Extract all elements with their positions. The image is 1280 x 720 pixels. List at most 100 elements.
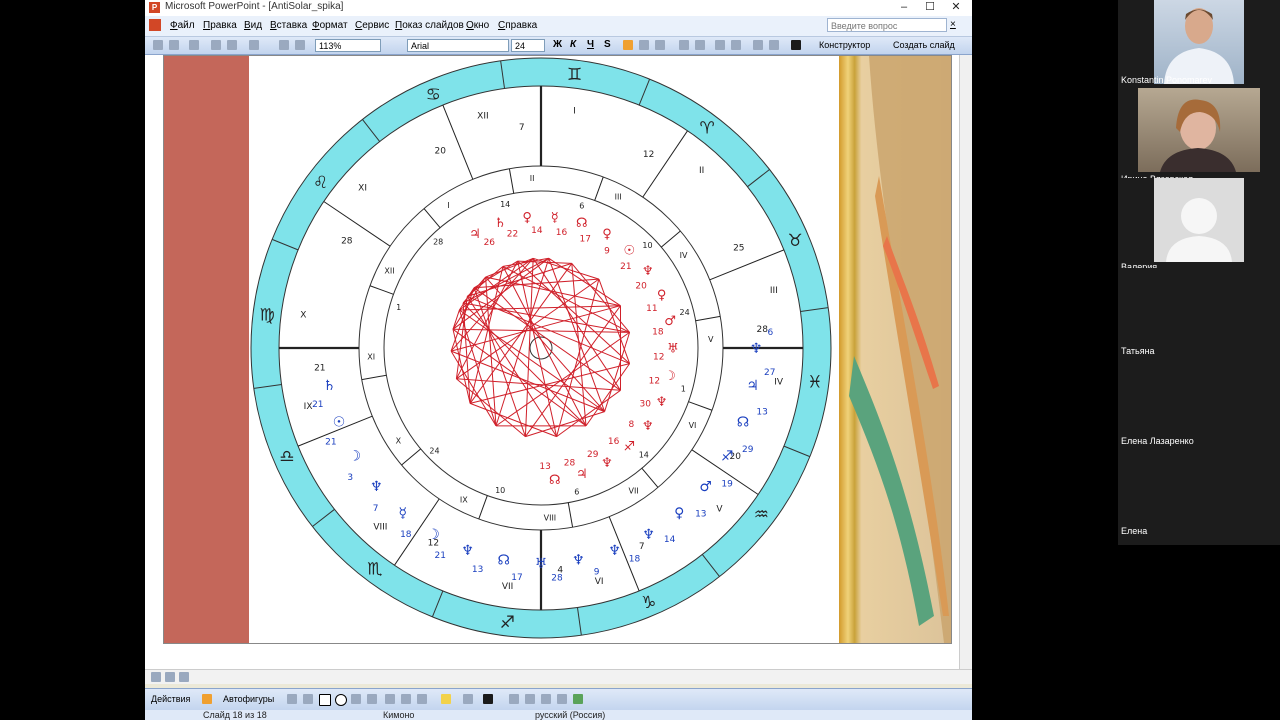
new-slide-button[interactable]: Создать слайд (893, 40, 955, 50)
diagram-icon[interactable] (385, 694, 395, 704)
close-doc-icon[interactable]: × (950, 19, 956, 30)
decrease-font-icon[interactable] (731, 40, 741, 50)
planet-degree-outer: 9 (594, 567, 600, 577)
oval-icon[interactable] (335, 694, 347, 706)
align-center-icon[interactable] (639, 40, 649, 50)
outer-house-label: XII (477, 111, 488, 121)
menu-insert[interactable]: Вставка (270, 20, 307, 31)
menu-tools[interactable]: Сервис (355, 20, 389, 31)
zoom-select[interactable]: 113% (315, 39, 381, 52)
line-color-icon[interactable] (463, 694, 473, 704)
planet-degree-outer: 18 (400, 530, 412, 540)
menu-format[interactable]: Формат (312, 20, 348, 31)
align-left-icon[interactable] (623, 40, 633, 50)
zodiac-sign-label: ♍ (259, 305, 274, 325)
font-color-icon[interactable] (791, 40, 801, 50)
planet-glyph-outer: ♂ (699, 479, 712, 495)
line-style-icon[interactable] (509, 694, 519, 704)
cut-icon[interactable] (211, 40, 221, 50)
inner-house-label: III (615, 192, 622, 201)
align-right-icon[interactable] (655, 40, 665, 50)
arrow-icon[interactable] (303, 694, 313, 704)
drawing-toolbar: Действия Автофигуры (145, 688, 972, 711)
formatting-toolbar: 113% Arial 24 Ж К Ч S Конструктор Создат… (145, 37, 972, 55)
outer-house-label: VIII (373, 523, 387, 533)
zodiac-sign-label: ♑ (641, 593, 656, 613)
outdent-icon[interactable] (769, 40, 779, 50)
arrow-style-icon[interactable] (541, 694, 551, 704)
fill-color-icon[interactable] (441, 694, 451, 704)
open-icon[interactable] (169, 40, 179, 50)
planet-degree-outer: 6 (768, 328, 774, 338)
3d-style-icon[interactable] (573, 694, 583, 704)
menu-help[interactable]: Справка (498, 20, 537, 31)
menu-view[interactable]: Вид (244, 20, 262, 31)
planet-degree-inner: 26 (484, 238, 496, 248)
paste-icon[interactable] (227, 40, 237, 50)
indent-icon[interactable] (753, 40, 763, 50)
select-objects-icon[interactable] (202, 694, 212, 704)
inner-house-degree: 1 (396, 303, 401, 312)
participant-tile[interactable]: Ирина Вязовская (1118, 88, 1278, 184)
outer-house-label: VI (595, 577, 604, 587)
avatar-placeholder-icon (1154, 178, 1244, 262)
bold-button[interactable]: Ж (553, 39, 562, 50)
participant-tile[interactable]: Елена (1118, 448, 1278, 538)
print-icon[interactable] (189, 40, 199, 50)
close-icon[interactable]: ✕ (943, 0, 969, 15)
shadow-button[interactable]: S (604, 39, 611, 50)
menu-edit[interactable]: Правка (203, 20, 237, 31)
italic-button[interactable]: К (570, 39, 576, 50)
inner-house-degree: 6 (574, 487, 579, 496)
bullets-icon[interactable] (695, 40, 705, 50)
wordart-icon[interactable] (367, 694, 377, 704)
inner-house-degree: 24 (680, 308, 690, 317)
line-icon[interactable] (287, 694, 297, 704)
shadow-style-icon[interactable] (557, 694, 567, 704)
font-select[interactable]: Arial (407, 39, 509, 52)
text-color-icon[interactable] (483, 694, 493, 704)
planet-degree-inner: 29 (587, 450, 599, 460)
participant-tile[interactable]: Konstantin Ponomarev (1118, 0, 1278, 90)
clipart-icon[interactable] (401, 694, 411, 704)
font-size-select[interactable]: 24 (511, 39, 545, 52)
planet-glyph-inner: ♂ (664, 314, 676, 329)
grid-icon[interactable] (295, 40, 305, 50)
planet-glyph-inner: ♆ (601, 456, 613, 471)
new-doc-icon[interactable] (153, 40, 163, 50)
slideshow-view-icon[interactable] (179, 672, 189, 682)
chart-icon[interactable] (279, 40, 289, 50)
actions-button[interactable]: Действия (151, 694, 190, 704)
inner-house-degree: 1 (681, 385, 686, 394)
inner-house-label: V (708, 335, 714, 344)
dash-style-icon[interactable] (525, 694, 535, 704)
menu-slideshow[interactable]: Показ слайдов (395, 20, 464, 31)
underline-button[interactable]: Ч (587, 39, 594, 50)
powerpoint-icon: P (149, 2, 160, 13)
vertical-scrollbar[interactable] (959, 55, 972, 669)
autoshapes-button[interactable]: Автофигуры (223, 694, 274, 704)
increase-font-icon[interactable] (715, 40, 725, 50)
sorter-view-icon[interactable] (165, 672, 175, 682)
designer-button[interactable]: Конструктор (819, 40, 870, 50)
undo-icon[interactable] (249, 40, 259, 50)
planet-degree-inner: 28 (564, 459, 576, 469)
rectangle-icon[interactable] (319, 694, 331, 706)
minimize-icon[interactable]: – (891, 0, 917, 15)
menu-file[interactable]: Файл (170, 20, 195, 31)
maximize-icon[interactable]: ☐ (917, 0, 943, 15)
horizontal-scrollbar[interactable] (145, 669, 972, 684)
planet-degree-inner: 13 (539, 462, 550, 472)
inner-house-label: IV (680, 251, 688, 260)
participant-video (1154, 0, 1244, 84)
picture-icon[interactable] (417, 694, 427, 704)
participant-tile[interactable]: Валерия (1118, 178, 1278, 272)
textbox-icon[interactable] (351, 694, 361, 704)
participant-tile[interactable]: Елена Лазаренко (1118, 358, 1278, 448)
numbering-icon[interactable] (679, 40, 689, 50)
normal-view-icon[interactable] (151, 672, 161, 682)
participant-tile[interactable]: Татьяна (1118, 268, 1278, 358)
zodiac-sign-label: ♈ (699, 119, 714, 139)
menu-window[interactable]: Окно (466, 20, 489, 31)
help-search-input[interactable]: Введите вопрос (827, 18, 947, 32)
